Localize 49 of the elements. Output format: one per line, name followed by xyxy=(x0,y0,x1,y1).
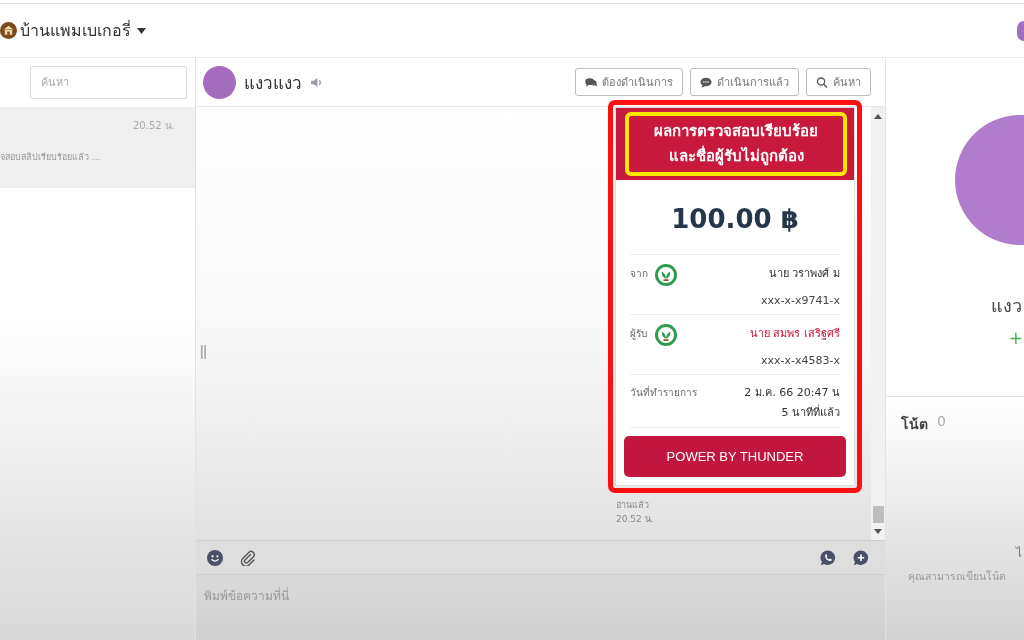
read-status: อ่านแล้ว xyxy=(616,499,650,512)
amount: 100.00 ฿ xyxy=(630,180,840,255)
filter-button[interactable]: ต้องดำเนินการ xyxy=(575,68,683,96)
chat-bubble-icon xyxy=(700,76,712,88)
message-field[interactable]: พิมพ์ข้อความที่นี่ xyxy=(196,574,885,640)
contact-name: แงวแงว xyxy=(244,71,302,95)
search-icon xyxy=(816,76,828,88)
profile-name: แงว xyxy=(991,294,1022,318)
scroll-down-icon[interactable] xyxy=(874,529,882,534)
notes-empty-title: ไ xyxy=(1016,545,1022,562)
transaction-date: 2 ม.ค. 66 20:47 น xyxy=(744,385,840,401)
scrollbar-thumb[interactable] xyxy=(872,506,884,523)
row-label: วันที่ทำรายการ xyxy=(630,384,697,400)
row-label: จาก xyxy=(630,267,649,281)
account-name: นาย วราพงศ์ ม xyxy=(769,266,840,282)
emoji-icon[interactable] xyxy=(207,549,223,566)
search-button[interactable]: ค้นหา xyxy=(806,68,871,96)
add-tag-button[interactable]: + xyxy=(1007,328,1024,348)
conversation-item[interactable]: 20.52 น. จสอบสลิปเรียบร้อยแล้ว ... xyxy=(0,107,195,188)
phone-bubble-icon[interactable] xyxy=(820,549,836,566)
store-logo-icon xyxy=(0,22,17,39)
power-button[interactable]: POWER BY THUNDER xyxy=(624,436,846,477)
shop-switcher[interactable]: บ้านแพมเบเกอรี่ xyxy=(17,18,146,43)
resize-handle-icon[interactable] xyxy=(201,345,206,359)
paperclip-icon[interactable] xyxy=(240,549,256,566)
scroll-up-icon[interactable] xyxy=(874,114,882,119)
search-field[interactable]: ค้นหา xyxy=(30,66,187,99)
avatar-photo[interactable] xyxy=(1017,20,1024,41)
notes-count: 0 xyxy=(937,413,946,431)
plus-bubble-icon[interactable] xyxy=(853,549,869,566)
message-time: 20.52 น. xyxy=(133,119,175,133)
chat-bubbles-icon xyxy=(585,76,597,88)
relative-time: 5 นาทีที่แล้ว xyxy=(781,403,840,421)
notes-title: โน้ต xyxy=(901,414,928,434)
message-time: 20.52 น. xyxy=(616,513,654,526)
account-name: นาย สมพร เสริฐศรี xyxy=(750,326,840,342)
account-number: xxx-x-x4583-x xyxy=(761,354,840,367)
notes-hint: คุณสามารถเขียนโน้ต xyxy=(908,569,1007,585)
filter-button[interactable]: ดำเนินการแล้ว xyxy=(690,68,799,96)
result-title: ผลการตรวจสอบเรียบร้อย และชื่อผู้รับไม่ถูกต้อง xyxy=(625,112,847,176)
leaf-badge-icon xyxy=(655,324,677,346)
row-label: ผู้รับ xyxy=(630,327,648,341)
scrollbar[interactable] xyxy=(871,107,885,540)
leaf-badge-icon xyxy=(655,264,677,286)
speaker-icon[interactable] xyxy=(310,76,323,88)
account-number: xxx-x-x9741-x xyxy=(761,294,840,307)
avatar-photo xyxy=(203,65,236,99)
message-preview: จสอบสลิปเรียบร้อยแล้ว ... xyxy=(0,151,101,164)
caret-icon xyxy=(137,27,146,34)
